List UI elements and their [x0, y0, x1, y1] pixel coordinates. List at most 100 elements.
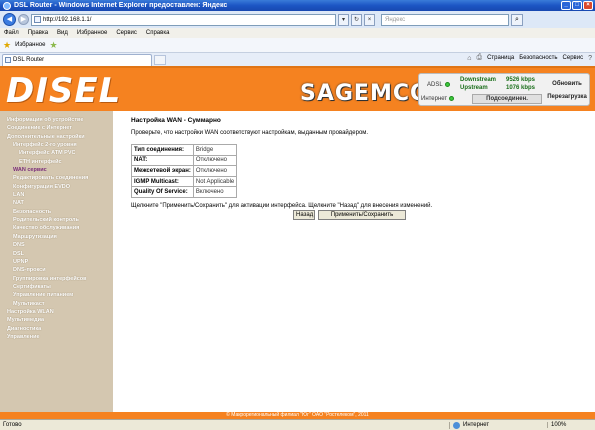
page-menu[interactable]: Страница	[487, 55, 514, 61]
refresh-button[interactable]: Обновить	[546, 79, 588, 89]
sidebar-item[interactable]: UPNP	[0, 258, 113, 266]
downstream-label: Downstream	[460, 77, 497, 83]
sidebar-item[interactable]: Сертификаты	[0, 283, 113, 291]
print-icon[interactable]: ⎙	[476, 54, 482, 62]
summary-value: Bridge	[192, 144, 238, 156]
home-icon[interactable]: ⌂	[467, 55, 471, 62]
internet-label: Интернет	[421, 96, 455, 102]
upstream-label: Upstream	[460, 85, 488, 91]
summary-value: Отключено	[192, 154, 238, 167]
sidebar-item[interactable]: DSL	[0, 250, 113, 258]
sidebar-item[interactable]: Соединение с Интернет	[0, 124, 113, 132]
stop-icon: ×	[367, 16, 372, 23]
sidebar-item[interactable]: Диагностика	[0, 325, 113, 333]
back-button[interactable]: Назад	[293, 209, 315, 220]
page-title: Настройка WAN - Суммарно	[131, 117, 221, 124]
refresh-page-button[interactable]: ↻	[351, 13, 362, 26]
sidebar-item[interactable]: Качество обслуживания	[0, 224, 113, 232]
ie-icon	[3, 1, 11, 10]
summary-key: IGMP Multicast:	[131, 175, 194, 188]
table-row: Межсетевой экран: Отключено	[131, 165, 238, 177]
sidebar-item[interactable]: Мультимедиа	[0, 316, 113, 324]
page-icon	[5, 57, 11, 63]
sidebar-item[interactable]: Мультикаст	[0, 300, 113, 308]
safety-menu[interactable]: Безопасность	[519, 55, 557, 61]
menu-file[interactable]: Файл	[4, 30, 19, 36]
menu-tools[interactable]: Сервис	[116, 30, 137, 36]
new-tab-button[interactable]	[154, 54, 166, 65]
sidebar-item[interactable]: Родительский контроль	[0, 216, 113, 224]
arrow-right-icon: ▶	[20, 16, 27, 23]
sidebar-item[interactable]: DNS-прокси	[0, 266, 113, 274]
star-icon: ★	[3, 39, 12, 50]
web-page: DISEL SAGEMCOM ADSL Downstream Upstream …	[0, 66, 595, 419]
adsl-label: ADSL	[427, 82, 450, 88]
status-text: Готово	[3, 422, 22, 428]
add-favorite-icon[interactable]: ★	[50, 40, 58, 51]
security-zone: Интернет	[449, 421, 547, 429]
upstream-value: 1076 kbps	[506, 85, 536, 91]
adsl-led-icon	[444, 82, 450, 87]
minimize-button[interactable]: _	[561, 1, 571, 10]
forward-nav-button[interactable]: ▶	[18, 14, 29, 25]
connection-status-panel: ADSL Downstream Upstream 9526 kbps 1076 …	[418, 73, 590, 106]
sidebar-item[interactable]: Информация об устройстве	[0, 116, 113, 124]
page-icon	[34, 16, 41, 23]
sidebar-item[interactable]: Конфигурация EVDO	[0, 183, 113, 191]
back-nav-button[interactable]: ◀	[3, 13, 16, 26]
sidebar-item[interactable]: Управление	[0, 333, 113, 341]
table-row: NAT: Отключено	[131, 154, 238, 167]
sidebar-item[interactable]: Интерфейс 2-го уровня	[0, 141, 113, 149]
summary-key: Тип соединения:	[131, 144, 194, 156]
sidebar-item[interactable]: Маршрутизация	[0, 233, 113, 241]
sidebar-menu: Информация об устройстве Соединение с Инт…	[0, 111, 113, 412]
connection-status: Подсоединен.	[472, 94, 542, 104]
zoom-level[interactable]: 100%	[547, 422, 595, 428]
summary-value: Not Applicable	[192, 175, 238, 188]
apply-save-button[interactable]: Применить/Сохранить	[318, 209, 406, 220]
favorites-bar: ★ Избранное ★	[0, 38, 595, 53]
url-text: http://192.168.1.1/	[43, 16, 92, 23]
window-title: DSL Router - Windows Internet Explorer п…	[14, 2, 228, 9]
tab-dsl-router[interactable]: DSL Router	[2, 53, 152, 66]
tools-menu[interactable]: Сервис	[563, 55, 584, 61]
favorites-button[interactable]: Избранное	[15, 42, 45, 48]
menu-edit[interactable]: Правка	[28, 30, 48, 36]
page-description: Проверьте, что настройки WAN соответству…	[131, 130, 369, 136]
downstream-value: 9526 kbps	[506, 77, 536, 83]
close-button[interactable]: ×	[583, 1, 593, 10]
sidebar-item[interactable]: WAN сервис	[0, 166, 113, 174]
globe-icon	[453, 421, 460, 429]
url-input[interactable]: http://192.168.1.1/	[31, 13, 336, 26]
menu-help[interactable]: Справка	[146, 30, 170, 36]
table-row: Quality Of Service: Включено	[131, 186, 238, 198]
summary-key: Межсетевой экран:	[131, 165, 194, 177]
help-icon[interactable]: ?	[588, 55, 592, 62]
sidebar-item[interactable]: Управление питанием	[0, 291, 113, 299]
sidebar-item[interactable]: Редактировать соединения	[0, 174, 113, 182]
sidebar-item[interactable]: Интерфейс ATM PVC	[0, 149, 113, 157]
search-input[interactable]: Яндекс	[381, 13, 509, 26]
menu-favorites[interactable]: Избранное	[77, 30, 107, 36]
sidebar-item[interactable]: Безопасность	[0, 208, 113, 216]
window-titlebar: DSL Router - Windows Internet Explorer п…	[0, 0, 595, 11]
sidebar-item[interactable]: Дополнительные настройки	[0, 133, 113, 141]
sidebar-item[interactable]: Группировка интерфейсов	[0, 275, 113, 283]
sidebar-item[interactable]: DNS	[0, 241, 113, 249]
command-bar: ⌂ ⎙ Страница Безопасность Сервис ?	[467, 54, 592, 62]
url-dropdown-button[interactable]: ▾	[338, 13, 349, 26]
sidebar-item[interactable]: LAN	[0, 191, 113, 199]
maximize-button[interactable]: □	[572, 1, 582, 10]
menu-bar: Файл Правка Вид Избранное Сервис Справка	[0, 28, 595, 38]
summary-key: Quality Of Service:	[131, 186, 194, 198]
wan-summary-table: Тип соединения: Bridge NAT: Отключено Межс…	[131, 144, 238, 198]
sidebar-item[interactable]: NAT	[0, 199, 113, 207]
reboot-button[interactable]: Перезагрузка	[546, 92, 588, 102]
stop-button[interactable]: ×	[364, 13, 375, 26]
search-button[interactable]: ⌕	[511, 13, 523, 26]
sidebar-item[interactable]: Настройка WLAN	[0, 308, 113, 316]
menu-view[interactable]: Вид	[57, 30, 68, 36]
sidebar-item[interactable]: ETH интерфейс	[0, 158, 113, 166]
summary-value: Включено	[192, 186, 238, 198]
search-icon: ⌕	[515, 15, 519, 23]
